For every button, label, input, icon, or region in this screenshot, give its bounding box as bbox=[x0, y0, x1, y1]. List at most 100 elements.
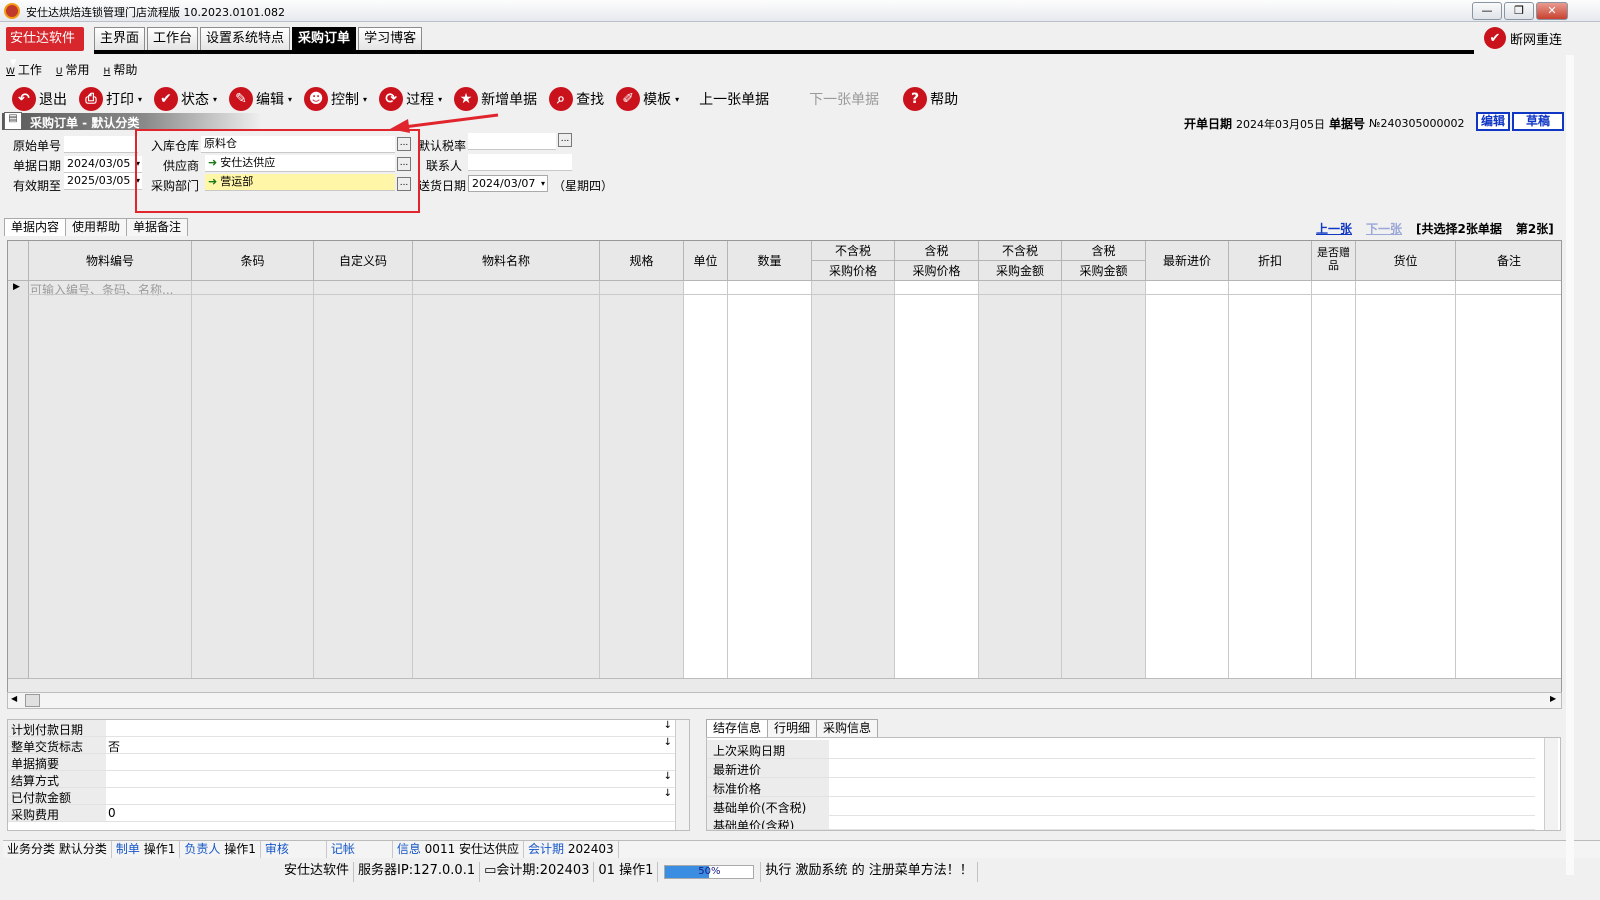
maximize-button[interactable]: ❐ bbox=[1504, 2, 1534, 20]
col-latest-price[interactable]: 最新进价 bbox=[1146, 241, 1229, 281]
list-item[interactable]: 采购费用 0 bbox=[8, 805, 676, 822]
valid-until-field[interactable]: 2025/03/05 ▾ bbox=[64, 173, 142, 190]
open-date-value: 2024年03月05日 bbox=[1236, 117, 1326, 131]
scroll-right-icon[interactable]: ▶ bbox=[1550, 694, 1556, 703]
col-item-code[interactable]: 物料编号 bbox=[29, 241, 192, 281]
refresh-icon: ⟳ bbox=[379, 87, 404, 111]
tab-stock-info[interactable]: 结存信息 bbox=[706, 719, 769, 737]
list-item[interactable]: 上次采购日期 bbox=[707, 740, 1535, 759]
new-document-button[interactable]: ★ 新增单据 bbox=[454, 87, 537, 111]
open-date-label: 开单日期 bbox=[1184, 117, 1233, 131]
status-audit: 审核 bbox=[261, 841, 327, 858]
exit-button[interactable]: ↶ 退出 bbox=[12, 87, 67, 111]
col-unit[interactable]: 单位 bbox=[684, 241, 728, 281]
folder-icon: ▭ bbox=[484, 863, 497, 878]
edit-button[interactable]: ✎ 编辑 ▾ bbox=[229, 87, 292, 111]
item-entry-input[interactable]: 可输入编号、条码、名称... bbox=[30, 281, 173, 298]
scrollbar-thumb[interactable] bbox=[25, 694, 40, 707]
print-button[interactable]: ⎙ 打印 ▾ bbox=[79, 87, 142, 111]
tab-line-detail[interactable]: 行明细 bbox=[767, 719, 818, 737]
tab-usage-help[interactable]: 使用帮助 bbox=[65, 218, 128, 236]
prev-document-button[interactable]: 上一张单据 bbox=[699, 89, 769, 109]
list-item[interactable]: 单据摘要 bbox=[8, 754, 676, 771]
col-price-ex-tax[interactable]: 不含税 采购价格 bbox=[812, 241, 895, 281]
col-price-inc-tax[interactable]: 含税 采购价格 bbox=[895, 241, 979, 281]
template-button[interactable]: ✐ 模板 ▾ bbox=[616, 87, 679, 111]
tax-lookup-button[interactable]: ... bbox=[558, 133, 572, 147]
list-item[interactable]: 整单交货标志否 ↓ bbox=[8, 737, 676, 754]
next-document-button[interactable]: 下一张单据 bbox=[809, 89, 879, 109]
horizontal-scrollbar[interactable] bbox=[7, 692, 1562, 709]
col-quantity[interactable]: 数量 bbox=[728, 241, 812, 281]
col-remarks[interactable]: 备注 bbox=[1456, 241, 1561, 281]
minimize-button[interactable]: — bbox=[1472, 2, 1502, 20]
help-label: 帮助 bbox=[930, 92, 959, 108]
tab-document-notes[interactable]: 单据备注 bbox=[126, 218, 189, 236]
menu-common[interactable]: U 常用 bbox=[56, 61, 90, 78]
column-body bbox=[1312, 241, 1356, 694]
column-body bbox=[979, 241, 1062, 694]
tab-system-settings[interactable]: 设置系统特点 bbox=[200, 27, 291, 51]
column-body bbox=[1146, 241, 1229, 694]
prev-link[interactable]: 上一张 bbox=[1316, 220, 1352, 237]
delivery-date-field[interactable]: 2024/03/07 ▾ bbox=[468, 175, 548, 192]
draft-button[interactable]: 草稿 bbox=[1512, 112, 1564, 131]
find-button[interactable]: ⌕ 查找 bbox=[549, 87, 604, 111]
tab-workbench[interactable]: 工作台 bbox=[147, 27, 199, 51]
list-item[interactable]: 标准价格 bbox=[707, 778, 1535, 797]
brand-menu-button[interactable]: 安仕达软件 ▾ bbox=[6, 27, 84, 70]
menu-help[interactable]: H 帮助 bbox=[104, 61, 138, 78]
process-button[interactable]: ⟳ 过程 ▾ bbox=[379, 87, 442, 111]
col-discount[interactable]: 折扣 bbox=[1229, 241, 1312, 281]
help-button[interactable]: ? 帮助 bbox=[903, 87, 958, 111]
status-button[interactable]: ✔ 状态 ▾ bbox=[154, 87, 217, 111]
download-icon: ↓ bbox=[663, 720, 672, 731]
col-amount-ex-tax[interactable]: 不含税 采购金额 bbox=[979, 241, 1062, 281]
col-spec[interactable]: 规格 bbox=[600, 241, 684, 281]
col-barcode[interactable]: 条码 bbox=[192, 241, 314, 281]
col-amount-inc-tax[interactable]: 含税 采购金额 bbox=[1062, 241, 1146, 281]
list-item[interactable]: 基础单价(含税) bbox=[707, 815, 1535, 830]
col-custom-code[interactable]: 自定义码 bbox=[314, 241, 413, 281]
tab-home[interactable]: 主界面 bbox=[94, 27, 146, 51]
tab-learning-blog[interactable]: 学习博客 bbox=[358, 27, 423, 51]
status-company: 安仕达软件 bbox=[280, 862, 355, 882]
col-is-gift[interactable]: 是否赠品 bbox=[1312, 241, 1356, 281]
next-link[interactable]: 下一张 bbox=[1366, 220, 1402, 237]
printer-icon: ⎙ bbox=[79, 87, 103, 111]
tax-field[interactable] bbox=[468, 133, 556, 150]
list-item[interactable]: 计划付款日期 ↓ bbox=[8, 720, 676, 737]
window-scrollbar[interactable] bbox=[1566, 55, 1574, 875]
list-item[interactable]: 已付款金额 ↓ bbox=[8, 788, 676, 805]
tab-purchase-info[interactable]: 采购信息 bbox=[816, 719, 879, 737]
chevron-down-icon[interactable]: ▾ bbox=[541, 176, 545, 192]
reconnect-button[interactable]: ✔ 断网重连 bbox=[1484, 27, 1562, 49]
vertical-scrollbar[interactable] bbox=[675, 720, 689, 830]
print-label: 打印 bbox=[106, 92, 134, 108]
contact-field[interactable] bbox=[468, 154, 572, 171]
valid-until-value: 2025/03/05 bbox=[67, 174, 131, 187]
check-icon: ✔ bbox=[154, 87, 179, 111]
orig-no-field[interactable] bbox=[64, 136, 138, 153]
tab-document-content[interactable]: 单据内容 bbox=[4, 218, 67, 236]
list-item[interactable]: 最新进价 bbox=[707, 759, 1535, 778]
scroll-left-icon[interactable]: ◀ bbox=[11, 694, 17, 703]
vertical-scrollbar[interactable] bbox=[1544, 738, 1558, 830]
col-item-name[interactable]: 物料名称 bbox=[413, 241, 600, 281]
control-label: 控制 bbox=[331, 92, 360, 108]
doc-date-label: 单据日期 bbox=[13, 159, 62, 173]
order-meta: 开单日期 2024年03月05日 单据号 №240305000002 bbox=[1184, 115, 1464, 132]
control-button[interactable]: ☻ 控制 ▾ bbox=[304, 87, 367, 111]
status-owner: 负责人 操作1 bbox=[180, 841, 261, 858]
close-button[interactable]: ✕ bbox=[1536, 2, 1568, 20]
row-divider bbox=[28, 294, 1561, 295]
progress-text: 50% bbox=[698, 866, 721, 877]
items-grid[interactable]: 物料编号 条码 自定义码 物料名称 规格 单位 数量 不含税 采购价格 含税 采购价… bbox=[7, 240, 1562, 695]
menu-work[interactable]: W 工作 bbox=[6, 61, 42, 78]
col-location[interactable]: 货位 bbox=[1356, 241, 1456, 281]
doc-date-field[interactable]: 2024/03/05 ▾ bbox=[64, 156, 142, 173]
edit-mode-button[interactable]: 编辑 bbox=[1476, 112, 1510, 131]
list-item[interactable]: 基础单价(不含税) bbox=[707, 797, 1535, 816]
tab-purchase-order[interactable]: 采购订单 bbox=[292, 27, 357, 51]
list-item[interactable]: 结算方式 ↓ bbox=[8, 771, 676, 788]
